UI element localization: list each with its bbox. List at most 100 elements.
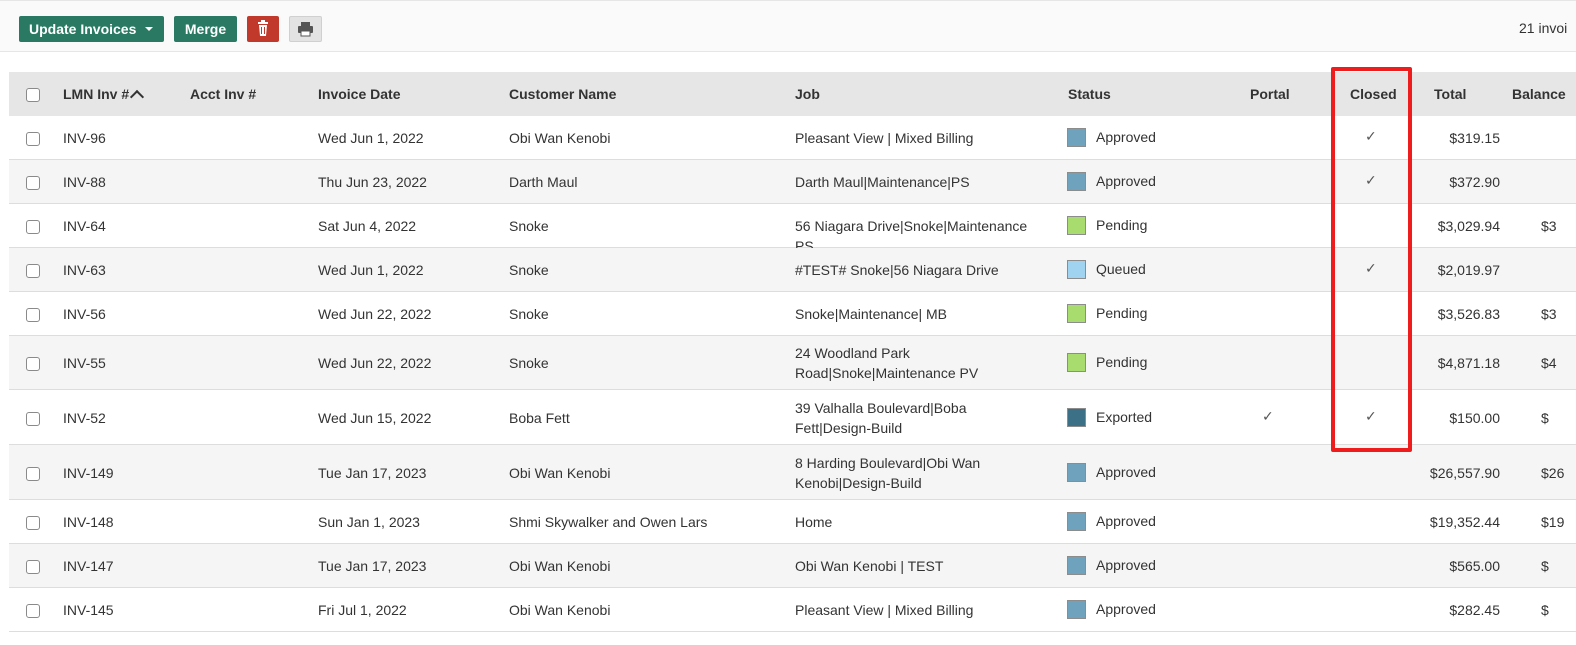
col-acct-inv[interactable]: Acct Inv #	[190, 72, 256, 116]
status-color-swatch	[1067, 408, 1086, 427]
cell-total: $372.90	[1449, 174, 1500, 190]
cell-customer-name: Obi Wan Kenobi	[509, 558, 611, 574]
cell-customer-name: Snoke	[509, 262, 549, 278]
cell-total: $150.00	[1449, 410, 1500, 426]
table-row[interactable]: INV-145 Fri Jul 1, 2022 Obi Wan Kenobi Plea…	[9, 588, 1576, 632]
cell-balance: $	[1541, 558, 1549, 574]
row-checkbox[interactable]	[26, 412, 40, 426]
row-checkbox[interactable]	[26, 132, 40, 146]
cell-total: $3,029.94	[1437, 218, 1500, 234]
cell-invoice-date: Wed Jun 22, 2022	[318, 355, 432, 371]
trash-icon	[258, 20, 268, 36]
row-checkbox[interactable]	[26, 467, 40, 481]
cell-lmn-inv[interactable]: INV-88	[63, 174, 106, 190]
select-all-checkbox[interactable]	[26, 88, 40, 102]
cell-total: $319.15	[1449, 130, 1500, 146]
cell-invoice-date: Fri Jul 1, 2022	[318, 602, 407, 618]
col-total[interactable]: Total	[1434, 72, 1466, 116]
cell-job: Pleasant View | Mixed Billing	[795, 130, 974, 146]
invoice-grid: LMN Inv # Acct Inv # Invoice Date Custom…	[9, 72, 1576, 645]
cell-lmn-inv[interactable]: INV-55	[63, 355, 106, 371]
status-color-swatch	[1067, 600, 1086, 619]
col-status[interactable]: Status	[1068, 72, 1111, 116]
cell-lmn-inv[interactable]: INV-56	[63, 306, 106, 322]
cell-job: Home	[795, 514, 833, 530]
row-checkbox[interactable]	[26, 308, 40, 322]
cell-customer-name: Boba Fett	[509, 410, 570, 426]
cell-lmn-inv[interactable]: INV-149	[63, 465, 114, 481]
toolbar: Update Invoices Merge 21 invoi	[0, 0, 1576, 52]
delete-button[interactable]	[247, 16, 279, 42]
grid-header: LMN Inv # Acct Inv # Invoice Date Custom…	[9, 72, 1576, 116]
status-color-swatch	[1067, 216, 1086, 235]
row-checkbox[interactable]	[26, 220, 40, 234]
cell-balance: $	[1541, 602, 1549, 618]
cell-status: Approved	[1096, 513, 1156, 529]
row-checkbox[interactable]	[26, 264, 40, 278]
col-balance[interactable]: Balance	[1512, 72, 1566, 116]
merge-button[interactable]: Merge	[174, 16, 237, 42]
col-invoice-date[interactable]: Invoice Date	[318, 72, 400, 116]
table-row[interactable]: INV-55 Wed Jun 22, 2022 Snoke 24 Woodland P…	[9, 336, 1576, 390]
cell-balance: $	[1541, 410, 1549, 426]
row-checkbox[interactable]	[26, 604, 40, 618]
status-color-swatch	[1067, 260, 1086, 279]
table-row[interactable]: INV-52 Wed Jun 15, 2022 Boba Fett 39 Valhal…	[9, 390, 1576, 445]
closed-check-icon: ✓	[1365, 128, 1377, 144]
cell-total: $565.00	[1449, 558, 1500, 574]
row-checkbox[interactable]	[26, 516, 40, 530]
printer-icon	[298, 22, 313, 37]
row-checkbox[interactable]	[26, 357, 40, 371]
status-color-swatch	[1067, 353, 1086, 372]
sort-ascending-icon[interactable]	[129, 89, 145, 105]
table-row[interactable]: INV-64 Sat Jun 4, 2022 Snoke 56 Niagara Dri…	[9, 204, 1576, 254]
row-checkbox[interactable]	[26, 176, 40, 190]
cell-customer-name: Darth Maul	[509, 174, 578, 190]
col-portal[interactable]: Portal	[1250, 72, 1290, 116]
caret-down-icon	[145, 27, 153, 31]
cell-status: Approved	[1096, 464, 1156, 480]
cell-balance: $19	[1541, 514, 1565, 530]
status-color-swatch	[1067, 172, 1086, 191]
cell-job: Snoke|Maintenance| MB	[795, 306, 948, 322]
cell-customer-name: Obi Wan Kenobi	[509, 465, 611, 481]
update-invoices-button[interactable]: Update Invoices	[19, 16, 164, 42]
row-checkbox[interactable]	[26, 560, 40, 574]
cell-lmn-inv[interactable]: INV-64	[63, 218, 106, 234]
cell-invoice-date: Wed Jun 1, 2022	[318, 130, 424, 146]
cell-invoice-date: Thu Jun 23, 2022	[318, 174, 427, 190]
table-row[interactable]: INV-149 Tue Jan 17, 2023 Obi Wan Kenobi 8 H…	[9, 445, 1576, 500]
cell-customer-name: Snoke	[509, 218, 549, 234]
col-lmn-inv[interactable]: LMN Inv #	[63, 72, 129, 116]
table-row[interactable]: INV-56 Wed Jun 22, 2022 Snoke Snoke|Mainten…	[9, 292, 1576, 336]
print-button[interactable]	[289, 16, 322, 42]
cell-lmn-inv[interactable]: INV-145	[63, 602, 114, 618]
table-row[interactable]: INV-96 Wed Jun 1, 2022 Obi Wan Kenobi Pleas…	[9, 116, 1576, 160]
cell-balance: $4	[1541, 355, 1557, 371]
col-closed[interactable]: Closed	[1350, 72, 1397, 116]
cell-lmn-inv[interactable]: INV-63	[63, 262, 106, 278]
cell-status: Exported	[1096, 409, 1153, 425]
table-row[interactable]: INV-63 Wed Jun 1, 2022 Snoke #TEST# Snoke|5…	[9, 248, 1576, 292]
cell-lmn-inv[interactable]: INV-52	[63, 410, 106, 426]
cell-lmn-inv[interactable]: INV-96	[63, 130, 106, 146]
col-job[interactable]: Job	[795, 72, 820, 116]
cell-status: Approved	[1096, 557, 1156, 573]
cell-lmn-inv[interactable]: INV-148	[63, 514, 114, 530]
cell-invoice-date: Tue Jan 17, 2023	[318, 558, 427, 574]
cell-status: Approved	[1096, 601, 1156, 617]
table-row[interactable]: INV-147 Tue Jan 17, 2023 Obi Wan Kenobi Obi…	[9, 544, 1576, 588]
col-customer-name[interactable]: Customer Name	[509, 72, 616, 116]
cell-lmn-inv[interactable]: INV-147	[63, 558, 114, 574]
cell-customer-name: Obi Wan Kenobi	[509, 602, 611, 618]
table-row[interactable]: INV-148 Sun Jan 1, 2023 Shmi Skywalker and…	[9, 500, 1576, 544]
cell-status: Pending	[1096, 305, 1148, 321]
update-invoices-label: Update Invoices	[29, 21, 137, 37]
cell-total: $2,019.97	[1437, 262, 1500, 278]
cell-balance: $3	[1541, 218, 1557, 234]
closed-check-icon: ✓	[1365, 408, 1377, 424]
cell-job: #TEST# Snoke|56 Niagara Drive	[795, 262, 999, 278]
cell-invoice-date: Sun Jan 1, 2023	[318, 514, 420, 530]
table-row[interactable]: INV-88 Thu Jun 23, 2022 Darth Maul Darth Ma…	[9, 160, 1576, 204]
closed-check-icon: ✓	[1365, 260, 1377, 276]
